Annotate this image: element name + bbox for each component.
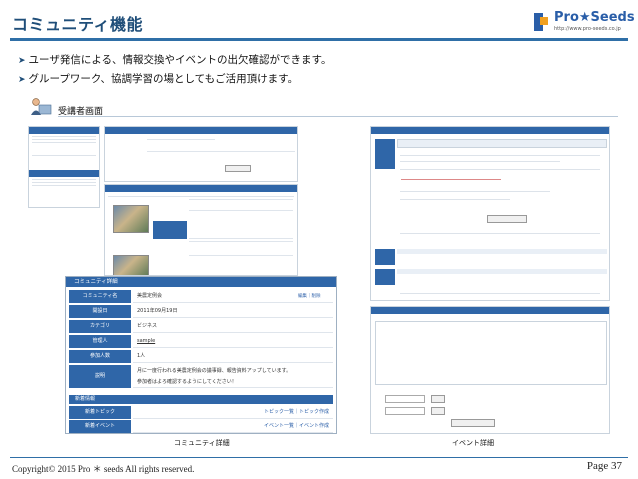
detail-value-2: 参加者はよろ確認するようにしてください！: [133, 376, 333, 388]
bullet-arrow-icon: ➤: [18, 56, 26, 66]
bullet-2: ➤ グループワーク、協調学習の場としてもご活用頂けます。: [18, 71, 298, 86]
detail-row-members: 参加人数 1人: [69, 350, 333, 364]
bullet-1: ➤ ユーザ発信による、情報交換やイベントの出欠確認ができます。: [18, 52, 331, 67]
community-thumbnail[interactable]: [113, 205, 149, 233]
detail-value: 2011年09月19日: [133, 305, 333, 318]
section-rule: [58, 116, 618, 117]
comment-date-block-2: [375, 269, 395, 285]
ranking-panel-bar: [29, 127, 99, 134]
proseeds-logo-icon: [534, 13, 548, 31]
community-thumbnail-2[interactable]: [113, 255, 149, 275]
news-section-bar: 新着情報: [69, 395, 333, 404]
detail-row-name: コミュニティ名 美農定例会: [69, 290, 333, 304]
page-number: Page 37: [586, 460, 622, 472]
event-detail-bar: [371, 127, 609, 134]
detail-key: カテゴリ: [69, 320, 131, 333]
submit-comment-button[interactable]: [451, 419, 495, 427]
detail-key: 開設日: [69, 305, 131, 318]
ranking-panel-bar-2: [29, 170, 99, 177]
proseeds-logo: Pro★Seeds http://www.pro-seeds.co.jp: [532, 10, 635, 36]
browse-button[interactable]: [431, 395, 445, 403]
caption-community-detail: コミュニティ詳細: [174, 439, 230, 447]
search-button[interactable]: [225, 165, 251, 172]
caption-event-detail: イベント詳細: [452, 439, 494, 447]
logo-text: Pro★Seeds: [554, 10, 635, 25]
detail-row-date: 開設日 2011年09月19日: [69, 305, 333, 319]
footer-rule: [10, 457, 628, 458]
bullet-arrow-icon: ➤: [18, 75, 26, 85]
detail-row-admin: 管理人 sample: [69, 335, 333, 349]
news-row-event: 新着イベント イベント一覧｜イベント作成: [69, 420, 333, 433]
news-key: 新着トピック: [69, 406, 131, 419]
event-title-row: [397, 139, 607, 148]
bullet-2-text: グループワーク、協調学習の場としてもご活用頂けます。: [28, 73, 299, 85]
cancel-attendance-button[interactable]: [487, 215, 527, 223]
event-detail-window: [370, 126, 610, 301]
ranking-panel: [28, 126, 100, 208]
news-row-topic: 新着トピック トピック一覧｜トピック作成: [69, 406, 333, 420]
community-list-panel: [104, 184, 298, 276]
comment-date-block: [375, 249, 395, 265]
community-detail-window: コミュニティ詳細 コミュニティ名 美農定例会 編集｜削除 開設日 2011年09…: [65, 276, 337, 434]
detail-value: 1人: [133, 350, 333, 363]
event-comment-bar: [371, 307, 609, 314]
copyright: Copyright© 2015 Pro ＊ seeds All rights r…: [12, 464, 195, 474]
event-links[interactable]: イベント一覧｜イベント作成: [133, 420, 333, 433]
event-date-block: [375, 139, 395, 169]
detail-key: 参加人数: [69, 350, 131, 363]
community-detail-titlebar: コミュニティ詳細: [66, 277, 336, 287]
title-rule: [10, 38, 628, 41]
detail-row-description: 説明 月に一度行われる美農定例会の議事録、報告資料アップしています。 参加者はよ…: [69, 365, 333, 389]
bullet-1-text: ユーザ発信による、情報交換やイベントの出欠確認ができます。: [28, 54, 332, 66]
slide-title: コミュニティ機能: [12, 15, 144, 34]
detail-value: ビジネス: [133, 320, 333, 333]
logo-url: http://www.pro-seeds.co.jp: [554, 26, 621, 32]
community-search-bar: [105, 127, 297, 134]
edit-delete-links[interactable]: 編集｜削除: [298, 293, 321, 299]
community-search-panel: [104, 126, 298, 182]
event-comment-form: [370, 306, 610, 434]
user-icon: [31, 98, 52, 115]
detail-key: コミュニティ名: [69, 290, 131, 303]
community-list-bar: [105, 185, 297, 192]
detail-key: 管理人: [69, 335, 131, 348]
topic-links[interactable]: トピック一覧｜トピック作成: [133, 406, 333, 419]
detail-value: 月に一度行われる美農定例会の議事録、報告資料アップしています。: [137, 368, 292, 374]
detail-key: 説明: [69, 365, 131, 388]
file-input-2[interactable]: [385, 407, 425, 415]
browse-button-2[interactable]: [431, 407, 445, 415]
news-key: 新着イベント: [69, 420, 131, 433]
file-input[interactable]: [385, 395, 425, 403]
admin-link[interactable]: sample: [133, 335, 333, 348]
comment-textarea[interactable]: [375, 321, 607, 385]
detail-row-category: カテゴリ ビジネス: [69, 320, 333, 334]
